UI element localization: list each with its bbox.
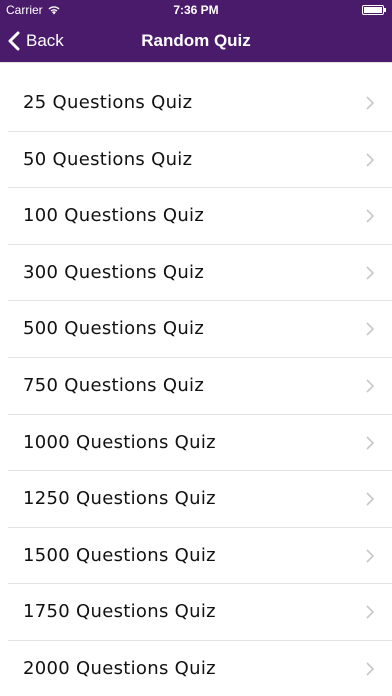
quiz-item-label: 1750 Questions Quiz — [23, 601, 216, 623]
quiz-item-label: 1250 Questions Quiz — [23, 488, 216, 510]
status-time: 7:36 PM — [173, 3, 219, 17]
chevron-right-icon — [366, 266, 374, 280]
quiz-list-item[interactable]: 50 Questions Quiz — [8, 132, 392, 189]
quiz-item-label: 300 Questions Quiz — [23, 261, 205, 283]
page-title: Random Quiz — [141, 31, 251, 50]
status-bar: Carrier 7:36 PM — [0, 0, 392, 20]
quiz-list-item[interactable]: 25 Questions Quiz — [8, 75, 392, 132]
quiz-list-item[interactable]: 1250 Questions Quiz — [8, 471, 392, 528]
quiz-item-label: 50 Questions Quiz — [23, 148, 193, 170]
quiz-list-item[interactable]: 750 Questions Quiz — [8, 358, 392, 415]
chevron-right-icon — [366, 153, 374, 167]
chevron-right-icon — [366, 96, 374, 110]
quiz-item-label: 750 Questions Quiz — [23, 374, 205, 396]
quiz-item-label: 1500 Questions Quiz — [23, 544, 216, 566]
quiz-list-item[interactable]: 1000 Questions Quiz — [8, 415, 392, 472]
chevron-right-icon — [366, 435, 374, 450]
quiz-list-item[interactable]: 1750 Questions Quiz — [8, 584, 392, 641]
battery-icon — [362, 5, 386, 15]
chevron-right-icon — [366, 492, 374, 506]
quiz-list-rows: 25 Questions Quiz 50 Questions Quiz 100 Qu… — [0, 75, 392, 696]
quiz-list-item[interactable]: 300 Questions Quiz — [8, 245, 392, 302]
quiz-list-item[interactable]: 500 Questions Quiz — [8, 301, 392, 358]
quiz-item-label: 500 Questions Quiz — [23, 318, 205, 340]
chevron-right-icon — [366, 549, 374, 563]
navigation-bar: Back Random Quiz — [0, 20, 392, 62]
quiz-item-label: 1000 Questions Quiz — [23, 431, 216, 453]
chevron-right-icon — [366, 662, 374, 676]
chevron-right-icon — [366, 379, 374, 393]
chevron-right-icon — [366, 605, 374, 619]
quiz-item-label: 25 Questions Quiz — [23, 92, 193, 113]
chevron-right-icon — [366, 322, 374, 336]
quiz-item-label: 100 Questions Quiz — [23, 205, 205, 227]
quiz-list-item[interactable]: 1500 Questions Quiz — [8, 528, 392, 585]
quiz-list[interactable]: 25 Questions Quiz 50 Questions Quiz 100 Qu… — [0, 62, 392, 696]
chevron-right-icon — [366, 209, 374, 223]
quiz-item-label: 2000 Questions Quiz — [23, 657, 216, 679]
quiz-list-item[interactable]: 2000 Questions Quiz — [8, 641, 392, 696]
quiz-list-item[interactable]: 100 Questions Quiz — [8, 188, 392, 245]
